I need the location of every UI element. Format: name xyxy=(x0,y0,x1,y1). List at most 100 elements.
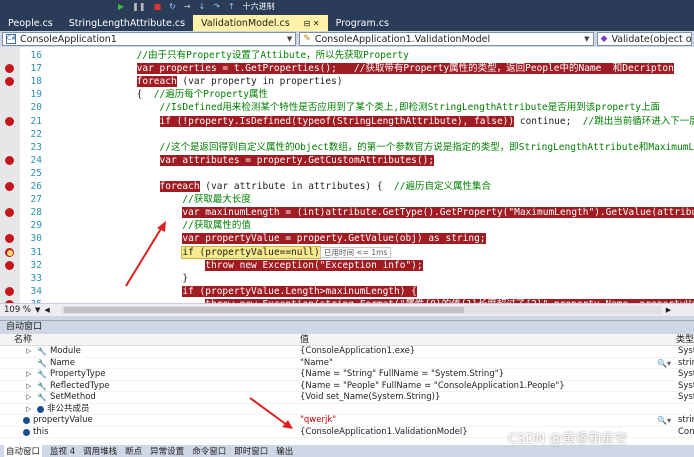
tool-window-tab[interactable]: 调用堆栈 xyxy=(83,445,117,457)
tool-window-tab[interactable]: 断点 xyxy=(125,445,142,457)
code-line[interactable]: 21 if (!property.IsDefined(typeof(String… xyxy=(0,115,694,128)
autos-row-value[interactable]: {Name = "String" FullName = "System.Stri… xyxy=(300,369,660,381)
code-text[interactable]: foreach (var attribute in attributes) { … xyxy=(68,180,491,193)
continue-icon[interactable]: ▶ xyxy=(118,3,124,11)
code-line[interactable]: 25 xyxy=(0,167,694,180)
code-line[interactable]: 23 //这个是返回得到自定义属性的Object数组，的第一个参数官方说是指定的… xyxy=(0,141,694,154)
code-text[interactable]: throw new Exception("Exception info"); xyxy=(68,259,423,272)
tool-window-tab[interactable]: 即时窗口 xyxy=(234,445,268,457)
file-tab[interactable]: ValidationModel.cs ⊟ ✕ xyxy=(193,15,328,31)
code-text[interactable]: var propertyValue = property.GetValue(ob… xyxy=(68,232,486,245)
scroll-left-icon[interactable]: ◀ xyxy=(44,306,49,314)
column-header-value[interactable]: 值 xyxy=(298,334,674,346)
code-line[interactable]: 16 //由于只有Property设置了Attibute，所以先获取Proper… xyxy=(0,49,694,62)
code-text[interactable]: foreach (var property in properties) xyxy=(68,75,343,88)
code-line[interactable]: 33 } xyxy=(0,272,694,285)
code-text[interactable]: //IsDefined用来检测某个特性是否应用到了某个类上,即检测StringL… xyxy=(68,101,661,114)
code-line[interactable]: 17 var properties = t.GetProperties(); /… xyxy=(0,62,694,75)
code-text[interactable]: } xyxy=(68,272,188,285)
member-dropdown[interactable]: ◆ Validate(object obj) xyxy=(596,32,692,46)
file-tab[interactable]: Program.cs xyxy=(328,15,397,31)
autos-row[interactable]: 🔧Name "Name"🔍▾ strin xyxy=(0,358,694,370)
code-text[interactable]: //获取属性的值 xyxy=(68,219,250,232)
code-text[interactable]: var attributes = property.GetCustomAttri… xyxy=(68,154,435,167)
zoom-level[interactable]: 109 % xyxy=(4,305,31,315)
code-text[interactable]: { //遍历每个Property属性 xyxy=(68,88,268,101)
breakpoint-icon[interactable] xyxy=(4,207,15,219)
code-text[interactable]: var properties = t.GetProperties(); //获取… xyxy=(68,62,674,75)
breakpoint-icon[interactable] xyxy=(4,233,15,245)
autos-row-value[interactable]: {ConsoleApplication1.exe} xyxy=(300,346,660,358)
code-line[interactable]: 20 //IsDefined用来检测某个特性是否应用到了某个类上,即检测Stri… xyxy=(0,101,694,114)
code-line[interactable]: 32 throw new Exception("Exception info")… xyxy=(0,259,694,272)
code-text[interactable]: //获取最大长度 xyxy=(68,193,250,206)
breakpoint-icon[interactable] xyxy=(4,154,15,166)
code-line[interactable]: 22 xyxy=(0,128,694,141)
project-dropdown[interactable]: C# ConsoleApplication1 ▼ xyxy=(2,32,297,46)
autos-row[interactable]: ▷🔧Module {ConsoleApplication1.exe} Syste xyxy=(0,346,694,358)
step-over-icon[interactable]: ↷ xyxy=(213,3,220,11)
autos-row-value[interactable]: "qwerjk" xyxy=(300,415,660,427)
stop-icon[interactable]: ■ xyxy=(154,3,162,11)
autos-row[interactable]: propertyValue "qwerjk"🔍▾ strin xyxy=(0,415,694,427)
breakpoint-icon[interactable] xyxy=(4,181,15,192)
autos-row-value[interactable]: {Void set_Name(System.String)} xyxy=(300,392,660,404)
file-tab[interactable]: StringLengthAttribute.cs xyxy=(61,15,193,31)
scroll-right-icon[interactable]: ▶ xyxy=(666,306,671,314)
code-line[interactable]: 18 foreach (var property in properties) xyxy=(0,75,694,88)
class-dropdown[interactable]: ✎ ConsoleApplication1.ValidationModel ▼ xyxy=(299,32,594,46)
code-text[interactable]: if (!property.IsDefined(typeof(StringLen… xyxy=(68,115,694,128)
tool-window-tab[interactable]: 命令窗口 xyxy=(192,445,226,457)
tool-window-tab[interactable]: 输出 xyxy=(276,445,293,457)
code-line[interactable]: 19 { //遍历每个Property属性 xyxy=(0,88,694,101)
code-editor[interactable]: 16 //由于只有Property设置了Attibute，所以先获取Proper… xyxy=(0,47,694,303)
column-header-name[interactable]: 名称 xyxy=(0,334,298,346)
breakpoint-icon[interactable] xyxy=(4,76,15,88)
visualizer-icon[interactable]: 🔍▾ xyxy=(657,358,671,370)
code-line[interactable]: 34 if (propertyValue.Length>maxinumLengt… xyxy=(0,285,694,298)
autos-row-value[interactable]: "Name" xyxy=(300,358,660,370)
code-line[interactable]: 29 //获取属性的值 xyxy=(0,219,694,232)
scrollbar-thumb[interactable] xyxy=(63,307,464,313)
restart-icon[interactable]: ↻ xyxy=(169,3,176,11)
tool-window-tab[interactable]: 异常设置 xyxy=(150,445,184,457)
expand-arrow-icon[interactable]: ▷ xyxy=(26,346,34,358)
code-text[interactable]: //这个是返回得到自定义属性的Object数组，的第一个参数官方说是指定的类型，… xyxy=(68,141,694,154)
file-tab[interactable]: People.cs xyxy=(0,15,61,31)
autos-row[interactable]: ▷ 🔧 ReflectedType {Name = "People" FullName… xyxy=(0,381,694,393)
breakpoint-icon[interactable] xyxy=(4,63,15,75)
code-line[interactable]: 27 //获取最大长度 xyxy=(0,193,694,206)
column-header-type[interactable]: 类型 xyxy=(676,334,694,346)
chevron-down-icon[interactable]: ▼ xyxy=(35,306,40,314)
horizontal-scrollbar[interactable] xyxy=(61,306,662,314)
autos-row-value[interactable]: {Name = "People" FullName = "ConsoleAppl… xyxy=(300,381,660,393)
expand-arrow-icon[interactable]: ▷ xyxy=(26,369,34,381)
expand-arrow-icon[interactable]: ▷ xyxy=(26,381,34,393)
expand-arrow-icon[interactable]: ▷ xyxy=(26,392,34,404)
show-next-statement-icon[interactable]: → xyxy=(184,3,191,11)
code-line[interactable]: 31 if (propertyValue==null) 已用时间 <= 1ms xyxy=(0,245,694,259)
tool-window-tab[interactable]: 监视 4 xyxy=(50,445,75,457)
visualizer-icon[interactable]: 🔍▾ xyxy=(657,415,671,427)
autos-row[interactable]: ▷ 🔧 PropertyType {Name = "String" FullName … xyxy=(0,369,694,381)
hex-display-button[interactable]: 十六进制 xyxy=(243,3,275,11)
breakpoint-icon[interactable] xyxy=(4,115,15,127)
code-text[interactable]: var maxinumLength = (int)attribute.GetTy… xyxy=(68,206,694,219)
code-line[interactable]: 28 var maxinumLength = (int)attribute.Ge… xyxy=(0,206,694,219)
tool-window-tab[interactable]: 自动窗口 xyxy=(4,445,43,457)
pause-icon[interactable]: ❚❚ xyxy=(132,3,145,11)
code-line[interactable]: 24 var attributes = property.GetCustomAt… xyxy=(0,154,694,167)
close-tab-icon[interactable]: ⊟ ✕ xyxy=(304,19,320,28)
code-text[interactable]: if (propertyValue==null) xyxy=(68,245,321,259)
code-line[interactable]: 26 foreach (var attribute in attributes)… xyxy=(0,180,694,193)
current-statement-breakpoint-icon[interactable] xyxy=(4,246,15,258)
autos-row[interactable]: ▷ 非公共成员 xyxy=(0,404,694,416)
expand-arrow-icon[interactable]: ▷ xyxy=(26,404,34,416)
autos-row[interactable]: ▷ 🔧 SetMethod {Void set_Name(System.String)… xyxy=(0,392,694,404)
code-line[interactable]: 30 var propertyValue = property.GetValue… xyxy=(0,232,694,245)
breakpoint-icon[interactable] xyxy=(4,285,15,297)
code-text[interactable]: //由于只有Property设置了Attibute，所以先获取Property xyxy=(68,49,409,62)
step-into-icon[interactable]: ↓ xyxy=(199,3,206,11)
breakpoint-icon[interactable] xyxy=(4,259,15,271)
step-out-icon[interactable]: ↑ xyxy=(228,3,235,11)
